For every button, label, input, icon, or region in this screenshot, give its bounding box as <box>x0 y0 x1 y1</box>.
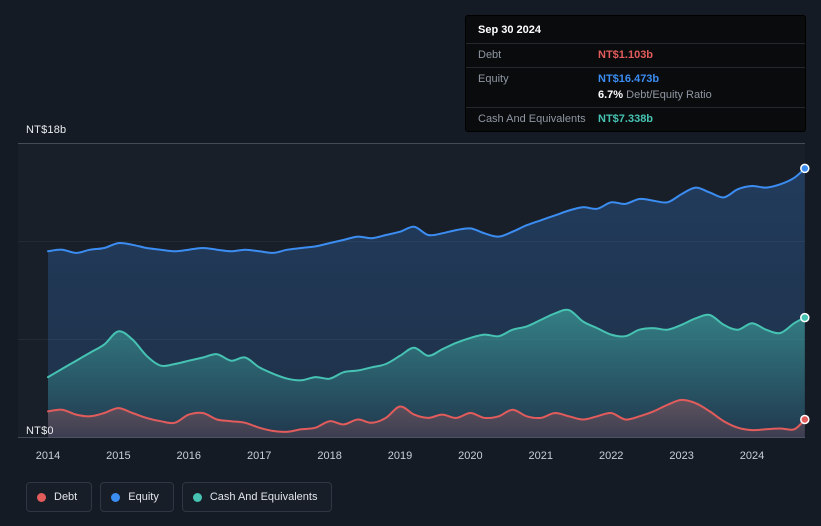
x-tick-2021: 2021 <box>529 450 553 462</box>
x-tick-2024: 2024 <box>740 450 764 462</box>
debt-equity-history-panel: 2014 2015 2016 2017 2018 2019 2020 2021 2022 2023… <box>0 0 821 526</box>
tooltip-equity-value: NT$16.473b <box>598 73 660 85</box>
x-tick-2022: 2022 <box>599 450 623 462</box>
x-tick-2014: 2014 <box>36 450 60 462</box>
x-tick-2017: 2017 <box>247 450 271 462</box>
debt-legend-dot <box>37 492 46 502</box>
legend-item-debt[interactable]: Debt <box>26 482 93 512</box>
tooltip-cash-label: Cash And Equivalents <box>478 113 586 125</box>
legend-item-cash[interactable]: Cash And Equivalents <box>181 482 333 512</box>
ratio-caption: Debt/Equity Ratio <box>626 89 712 101</box>
tooltip-debt-equity-ratio: 6.7% Debt/Equity Ratio <box>598 89 793 101</box>
tooltip-equity-label: Equity <box>478 73 509 85</box>
x-tick-2019: 2019 <box>388 450 412 462</box>
equity-legend-dot <box>111 492 121 502</box>
x-tick-2018: 2018 <box>317 450 341 462</box>
cash-and-equivalents-end-dot <box>800 312 810 323</box>
x-tick-2023: 2023 <box>669 450 693 462</box>
cash-legend-dot <box>192 492 202 502</box>
legend-item-label: Debt <box>54 491 78 503</box>
legend-item-equity[interactable]: Equity <box>100 482 174 512</box>
tooltip-row-cash: Cash And Equivalents NT$7.338b <box>466 107 805 131</box>
tooltip-row-debt: Debt NT$1.103b <box>466 43 805 67</box>
ratio-value: 6.7% <box>598 89 624 101</box>
x-tick-2016: 2016 <box>177 450 201 462</box>
tooltip-debt-label: Debt <box>478 49 502 61</box>
chart-tooltip: Sep 30 2024 Debt NT$1.103b Equity NT$16.… <box>466 16 805 131</box>
debt-end-dot <box>800 414 810 425</box>
legend-item-label: Cash And Equivalents <box>209 491 318 503</box>
equity-end-dot <box>800 163 810 174</box>
chart-legend: Debt Equity Cash And Equivalents <box>26 482 333 512</box>
x-tick-2020: 2020 <box>458 450 482 462</box>
y-axis-zero-label: NT$0 <box>26 425 54 437</box>
legend-item-label: Equity <box>128 491 159 503</box>
y-axis-max-label: NT$18b <box>26 124 67 136</box>
tooltip-row-equity: Equity NT$16.473b 6.7% Debt/Equity Ratio <box>466 67 805 107</box>
tooltip-cash-value: NT$7.338b <box>598 113 654 125</box>
tooltip-debt-value: NT$1.103b <box>598 49 654 61</box>
tooltip-date: Sep 30 2024 <box>478 24 541 36</box>
x-tick-2015: 2015 <box>106 450 130 462</box>
